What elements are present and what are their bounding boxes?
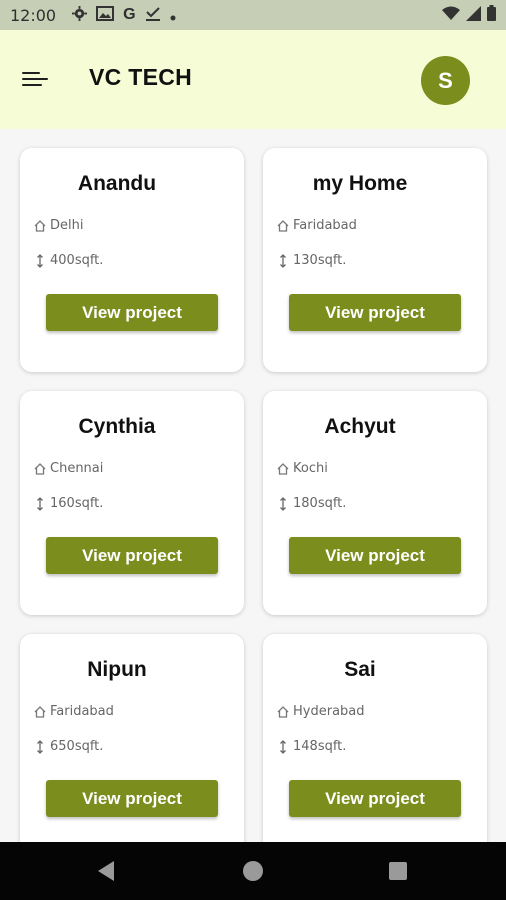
project-area-text: 148sqft. [293,739,347,754]
project-location-text: Chennai [50,461,104,476]
project-location: Chennai [33,461,103,476]
app-title: VC TECH [89,64,193,90]
project-location: Faridabad [276,218,357,233]
project-area-text: 650sqft. [50,739,104,754]
dot-icon [170,6,176,25]
home-icon [276,462,290,476]
home-button-icon[interactable] [243,861,263,881]
checkbox-icon [145,6,161,25]
google-icon: G [123,6,136,23]
app-bar: VC TECH S [0,30,506,129]
status-time: 12:00 [10,5,57,25]
project-location: Faridabad [33,704,114,719]
status-bar: 12:00 G [0,0,506,30]
home-icon [276,219,290,233]
project-area: 130sqft. [276,253,346,268]
project-card: Anandu Delhi 400sqft. View project [20,148,244,372]
home-icon [276,705,290,719]
project-area: 160sqft. [33,496,103,511]
project-name: Nipun [87,658,147,681]
system-nav-bar [0,842,506,900]
settings-icon [72,5,88,25]
project-location: Hyderabad [276,704,365,719]
project-card: Cynthia Chennai 160sqft. View project [20,391,244,615]
project-location-text: Faridabad [50,704,114,719]
image-icon [96,5,115,25]
recents-icon[interactable] [389,862,407,880]
project-location-text: Delhi [50,218,84,233]
project-area-text: 400sqft. [50,253,104,268]
project-location: Kochi [276,461,328,476]
menu-icon[interactable] [22,68,48,90]
project-name: my Home [312,172,408,195]
back-icon[interactable] [96,860,116,882]
height-icon [33,739,47,754]
project-area-text: 180sqft. [293,496,347,511]
project-card: Nipun Faridabad 650sqft. View project [20,634,244,842]
project-location-text: Hyderabad [293,704,365,719]
project-name: Achyut [324,415,396,438]
project-card: Achyut Kochi 180sqft. View project [263,391,487,615]
project-location: Delhi [33,218,83,233]
signal-icon [466,5,481,25]
avatar[interactable]: S [421,56,470,105]
project-grid: Anandu Delhi 400sqft. View project my Ho… [0,129,506,842]
view-project-button[interactable]: View project [289,294,461,331]
height-icon [276,739,290,754]
wifi-icon [442,6,460,25]
height-icon [33,253,47,268]
view-project-button[interactable]: View project [289,537,461,574]
view-project-button[interactable]: View project [46,537,218,574]
height-icon [276,496,290,511]
project-area: 650sqft. [33,739,103,754]
height-icon [276,253,290,268]
project-card: my Home Faridabad 130sqft. View project [263,148,487,372]
view-project-button[interactable]: View project [289,780,461,817]
project-area: 148sqft. [276,739,346,754]
project-name: Cynthia [78,415,156,438]
project-area: 180sqft. [276,496,346,511]
project-area-text: 160sqft. [50,496,104,511]
project-name: Sai [344,658,376,681]
project-location-text: Faridabad [293,218,357,233]
project-area: 400sqft. [33,253,103,268]
view-project-button[interactable]: View project [46,780,218,817]
view-project-button[interactable]: View project [46,294,218,331]
height-icon [33,496,47,511]
project-name: Anandu [77,172,157,195]
project-card: Sai Hyderabad 148sqft. View project [263,634,487,842]
project-location-text: Kochi [293,461,328,476]
home-icon [33,219,47,233]
home-icon [33,462,47,476]
home-icon [33,705,47,719]
battery-icon [487,5,496,25]
project-area-text: 130sqft. [293,253,347,268]
